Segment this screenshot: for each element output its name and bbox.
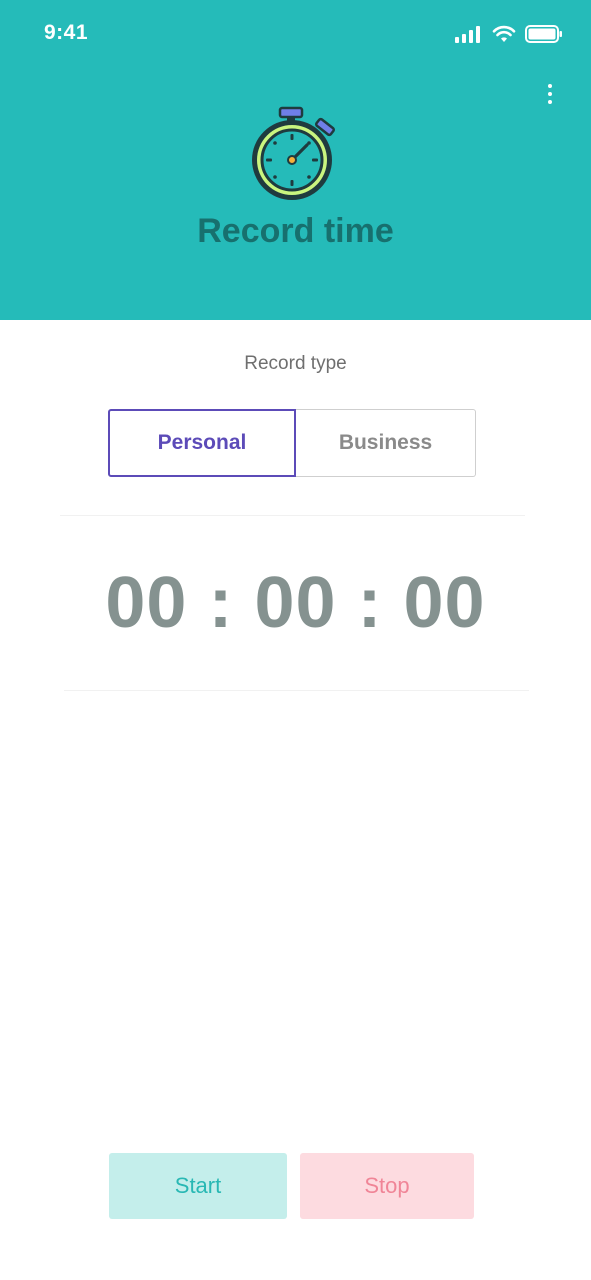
- divider: [64, 690, 529, 691]
- more-vertical-icon[interactable]: [543, 84, 557, 106]
- status-icons: [455, 24, 563, 44]
- wifi-icon: [492, 25, 516, 42]
- divider: [60, 515, 525, 516]
- record-type-label: Record type: [244, 353, 347, 374]
- status-time: 9:41: [44, 21, 89, 44]
- battery-icon: [525, 25, 562, 43]
- stopwatch-icon: [252, 106, 335, 200]
- timer-display: 00 : 00 : 00: [105, 563, 486, 643]
- segment-business[interactable]: Business: [296, 409, 476, 477]
- app-header: 9:41 Record time: [0, 0, 591, 320]
- record-type-segmented-control: Personal Business: [108, 409, 476, 477]
- segment-personal[interactable]: Personal: [108, 409, 296, 477]
- signal-icon: [455, 26, 480, 43]
- page-title: Record time: [197, 212, 394, 250]
- stop-button[interactable]: Stop: [300, 1153, 474, 1219]
- start-button[interactable]: Start: [109, 1153, 287, 1219]
